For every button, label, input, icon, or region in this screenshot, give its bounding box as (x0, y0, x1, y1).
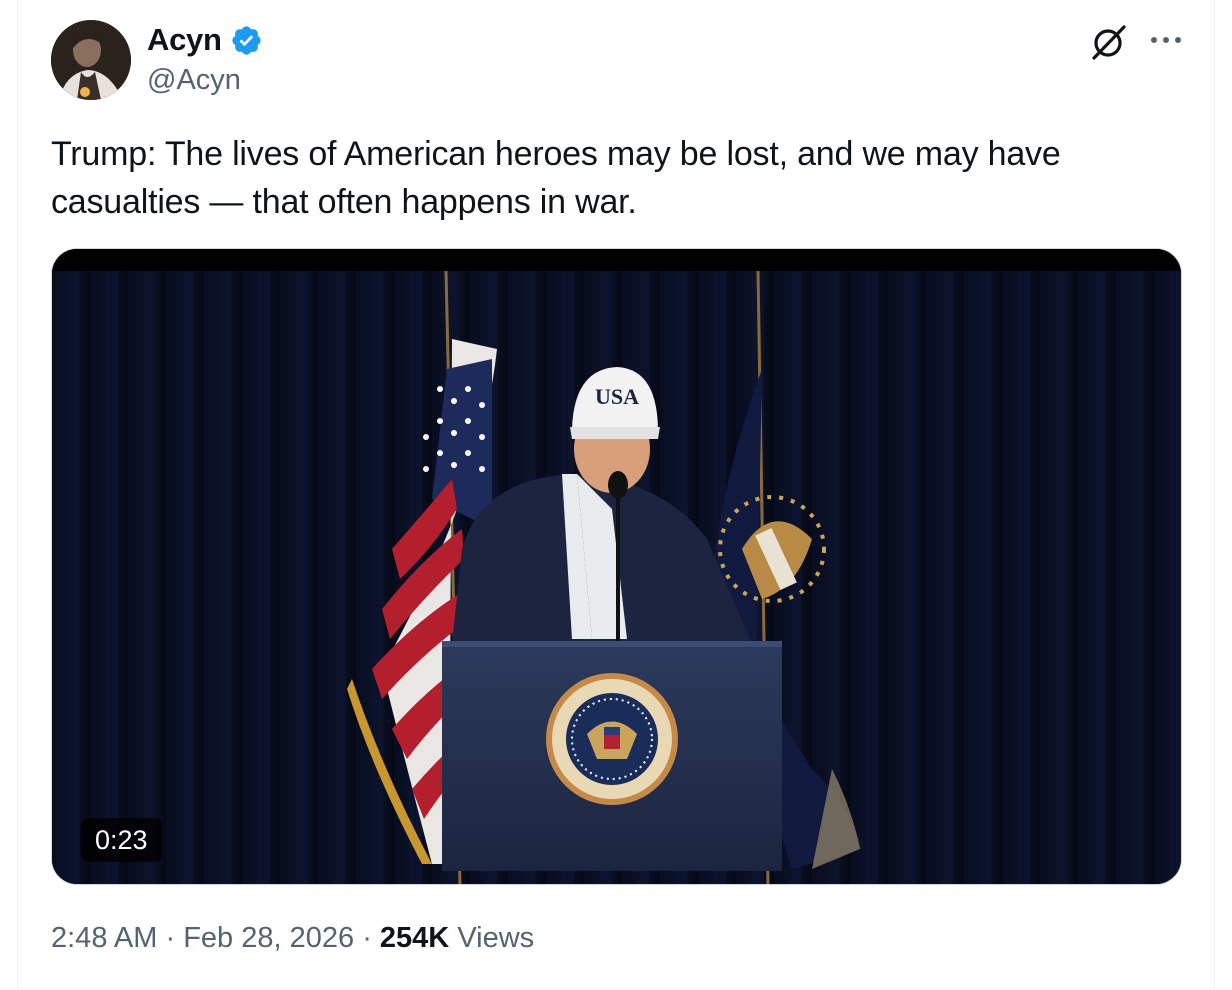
meta-separator: · (165, 922, 176, 954)
hat-text: USA (595, 384, 639, 409)
tweet-time[interactable]: 2:48 AM (51, 922, 157, 954)
author-name[interactable]: Acyn (147, 22, 222, 58)
tweet-date[interactable]: Feb 28, 2026 (183, 922, 354, 954)
author-handle[interactable]: @Acyn (147, 64, 241, 97)
tweet-text: Trump: The lives of American heroes may … (51, 135, 1061, 221)
meta-separator-2: · (362, 922, 372, 954)
verified-badge-icon (232, 25, 261, 55)
more-icon[interactable] (1148, 26, 1184, 54)
video-player[interactable]: USA (51, 248, 1182, 885)
author-name-row[interactable]: Acyn (147, 22, 263, 58)
views-count[interactable]: 254K (380, 922, 449, 954)
avatar[interactable] (51, 20, 131, 100)
views-label[interactable]: Views (457, 922, 534, 954)
video-duration: 0:23 (81, 818, 162, 862)
grok-icon[interactable] (1089, 22, 1129, 62)
tweet-meta: 2:48 AM · Feb 28, 2026 · 254K Views (51, 922, 534, 955)
